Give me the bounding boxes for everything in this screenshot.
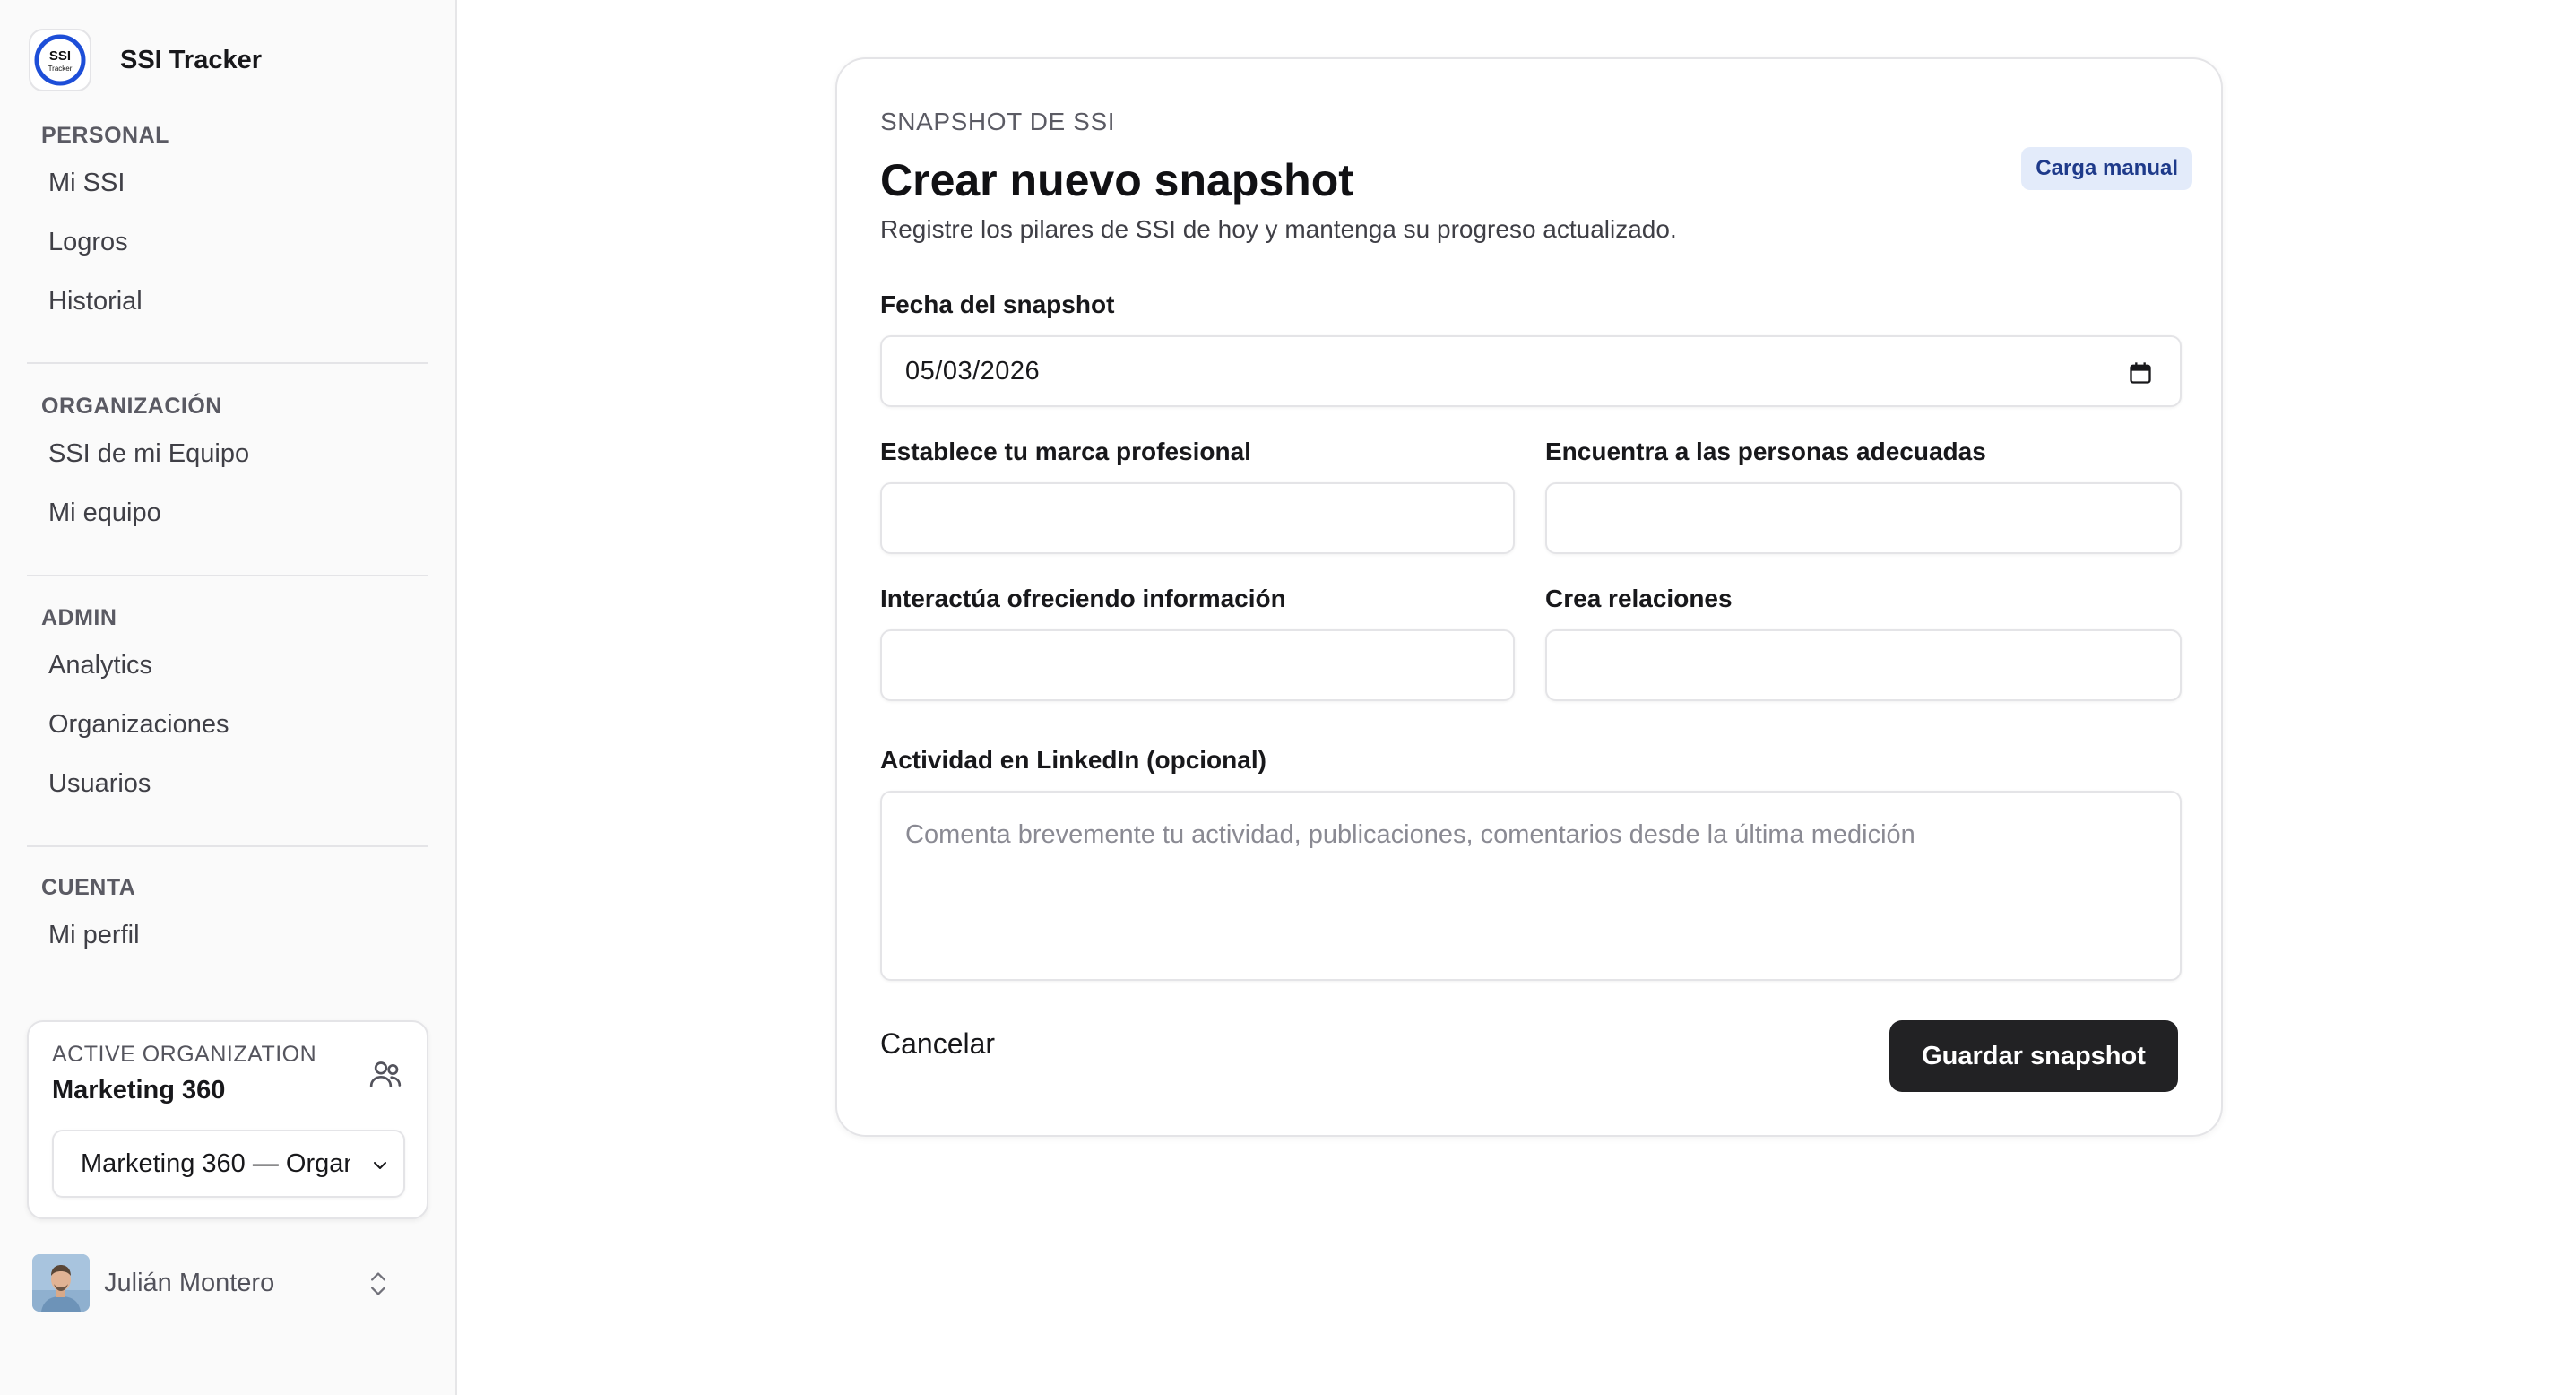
user-name: Julián Montero [104,1268,275,1297]
user-menu[interactable]: Julián Montero [32,1253,412,1313]
sidebar-item-historial[interactable]: Historial [27,272,428,331]
sidebar-item-ssi-equipo[interactable]: SSI de mi Equipo [27,424,428,483]
people-score-input[interactable] [1545,482,2182,554]
sidebar-item-organizaciones[interactable]: Organizaciones [27,695,428,754]
date-value: 05/03/2026 [905,356,1041,386]
nav-divider [27,362,428,364]
sidebar-item-mi-equipo[interactable]: Mi equipo [27,483,428,542]
chevron-down-icon [374,1162,386,1169]
snapshot-form-card: SNAPSHOT DE SSI Crear nuevo snapshot Car… [835,57,2223,1137]
status-badge: Carga manual [2021,147,2192,190]
form-eyebrow: SNAPSHOT DE SSI [880,108,1116,135]
nav-heading-organizacion: ORGANIZACIÓN [41,394,222,419]
avatar [32,1254,90,1312]
sidebar-item-mi-perfil[interactable]: Mi perfil [27,905,428,965]
organization-select-value: Marketing 360 — Organización [81,1148,350,1178]
insights-label: Interactúa ofreciendo información [880,585,1286,612]
nav-heading-personal: PERSONAL [41,123,169,148]
date-label: Fecha del snapshot [880,290,1115,318]
nav-section-cuenta: CUENTA Mi perfil [27,870,428,965]
relationships-score-input[interactable] [1545,629,2182,701]
users-icon [369,1061,402,1087]
insights-score-input[interactable] [880,629,1515,701]
nav-section-admin: ADMIN Analytics Organizaciones Usuarios [27,600,428,813]
nav-section-organizacion: ORGANIZACIÓN SSI de mi Equipo Mi equipo [27,388,428,542]
brand-label: Establece tu marca profesional [880,438,1251,465]
app-name: SSI Tracker [120,45,262,74]
active-org-name: Marketing 360 [52,1076,226,1105]
brand-score-input[interactable] [880,482,1515,554]
active-org-label: ACTIVE ORGANIZATION [52,1042,317,1067]
sidebar: SSI Tracker SSI Tracker PERSONAL Mi SSI … [0,0,457,1395]
logo-text-top: SSI [49,48,71,64]
app-root: SSI Tracker SSI Tracker PERSONAL Mi SSI … [0,0,2576,1395]
sidebar-item-mi-ssi[interactable]: Mi SSI [27,153,428,212]
page-title: Crear nuevo snapshot [880,155,1353,205]
sidebar-item-usuarios[interactable]: Usuarios [27,754,428,813]
date-field[interactable]: 05/03/2026 [880,335,2182,407]
app-logo: SSI Tracker [29,29,91,91]
nav-divider [27,575,428,576]
cancel-button[interactable]: Cancelar [880,1027,995,1061]
organization-select[interactable]: Marketing 360 — Organización [52,1130,405,1198]
people-label: Encuentra a las personas adecuadas [1545,438,1986,465]
form-subtitle: Registre los pilares de SSI de hoy y man… [880,215,1677,243]
active-organization-card: ACTIVE ORGANIZATION Marketing 360 Market… [27,1020,428,1219]
activity-label: Actividad en LinkedIn (opcional) [880,746,1266,774]
logo-text-bottom: Tracker [48,65,73,73]
nav-heading-cuenta: CUENTA [41,875,136,900]
relationships-label: Crea relaciones [1545,585,1733,612]
nav-divider [27,845,428,847]
nav-heading-admin: ADMIN [41,605,117,630]
activity-textarea[interactable] [880,791,2182,981]
sidebar-item-logros[interactable]: Logros [27,212,428,272]
save-snapshot-button[interactable]: Guardar snapshot [1889,1020,2178,1092]
brand[interactable]: SSI Tracker SSI Tracker [29,29,262,91]
calendar-icon[interactable] [2128,360,2153,386]
sidebar-item-analytics[interactable]: Analytics [27,636,428,695]
main-content: SNAPSHOT DE SSI Crear nuevo snapshot Car… [457,0,2576,1395]
chevrons-up-down-icon [370,1272,385,1295]
nav-section-personal: PERSONAL Mi SSI Logros Historial [27,117,428,331]
